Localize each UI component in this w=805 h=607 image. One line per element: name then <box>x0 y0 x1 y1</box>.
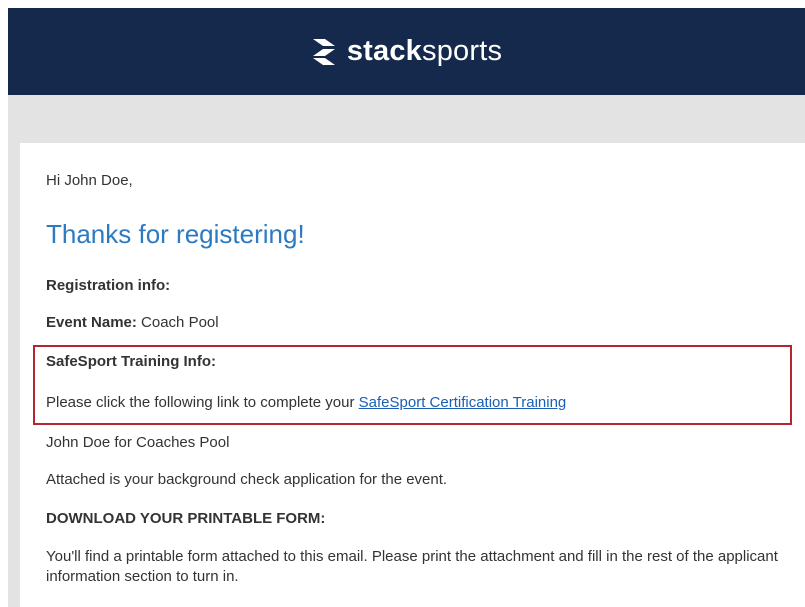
safesport-title: SafeSport Training Info: <box>46 353 217 370</box>
registration-info-label: Registration info: <box>46 277 171 294</box>
safesport-prompt: Please click the following link to compl… <box>46 394 359 411</box>
participant-line: John Doe for Coaches Pool <box>46 434 230 451</box>
attached-line: Attached is your background check applic… <box>46 471 448 488</box>
download-heading: DOWNLOAD YOUR PRINTABLE FORM: <box>46 510 326 527</box>
event-name-value: Coach Pool <box>136 314 219 331</box>
email-header: stacksports <box>8 8 805 95</box>
safesport-certification-link[interactable]: SafeSport Certification Training <box>359 394 567 411</box>
event-name-label: Event Name: <box>46 314 137 331</box>
stacksports-mark-icon <box>312 38 335 65</box>
safesport-text: Please click the following link to compl… <box>46 394 566 411</box>
greeting-text: Hi John Doe, <box>46 172 133 189</box>
printable-note: You'll find a printable form attached to… <box>46 548 778 585</box>
logo-text: stacksports <box>346 35 503 67</box>
stacksports-logo: stacksports <box>311 37 502 67</box>
thanks-heading: Thanks for registering! <box>46 219 305 249</box>
event-name-line: Event Name: Coach Pool <box>46 314 219 331</box>
